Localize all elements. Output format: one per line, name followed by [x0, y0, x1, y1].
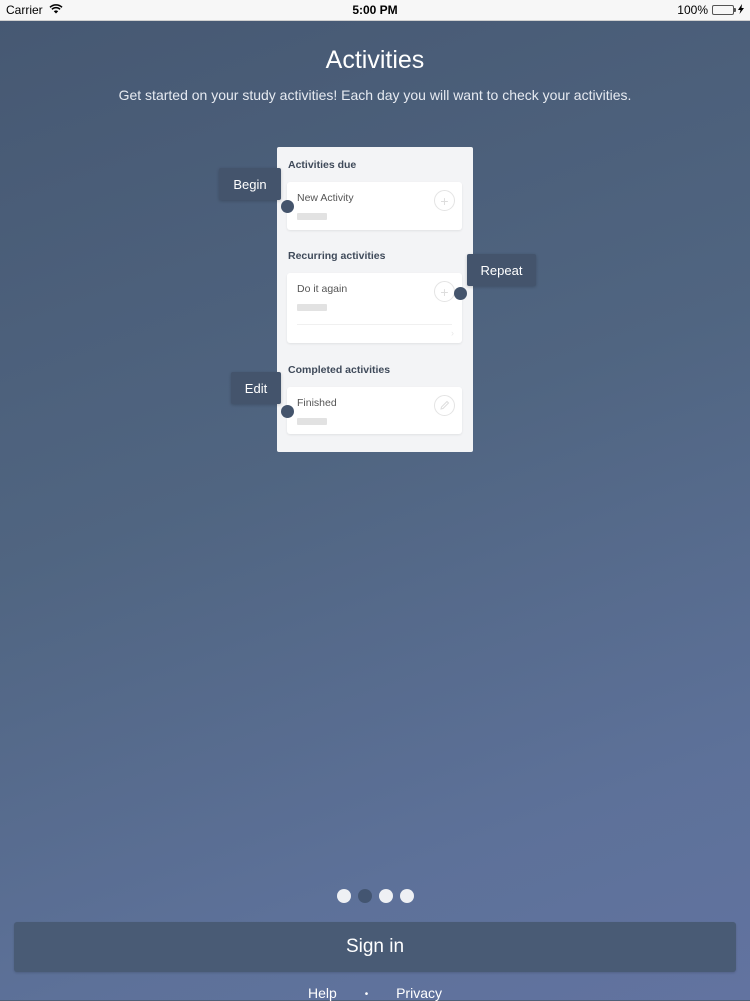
page-dot-2-active[interactable] [358, 889, 372, 903]
preview-item-name: Finished [297, 397, 337, 409]
status-time: 5:00 PM [352, 3, 398, 17]
privacy-link[interactable]: Privacy [396, 985, 442, 1001]
preview-item-new: New Activity + [287, 182, 462, 230]
section-label-due: Activities due [288, 159, 357, 171]
battery-percent: 100% [677, 3, 708, 17]
callout-repeat-dot [454, 287, 467, 300]
onboarding-screen: Carrier 5:00 PM 100% Activities Get star… [0, 0, 750, 1001]
divider [297, 324, 452, 325]
placeholder-bar [297, 418, 327, 425]
sign-in-button[interactable]: Sign in [14, 922, 736, 972]
preview-item-finished: Finished [287, 387, 462, 434]
battery-icon [712, 5, 736, 15]
placeholder-bar [297, 213, 327, 220]
page-title: Activities [325, 46, 425, 74]
activities-preview-card: Activities due New Activity + Recurring … [277, 147, 473, 452]
callout-repeat: Repeat [467, 254, 536, 286]
placeholder-bar [297, 304, 327, 311]
status-bar: Carrier 5:00 PM 100% [0, 0, 750, 21]
page-dot-4[interactable] [400, 889, 414, 903]
section-label-recurring: Recurring activities [288, 250, 386, 262]
add-icon: + [434, 281, 455, 302]
callout-edit: Edit [231, 372, 281, 404]
preview-item-recurring: Do it again + › [287, 273, 462, 343]
charging-icon [738, 3, 744, 17]
callout-begin-dot [281, 200, 294, 213]
page-indicator[interactable] [337, 889, 414, 903]
footer-links: Help • Privacy [0, 985, 750, 1001]
page-dot-3[interactable] [379, 889, 393, 903]
preview-item-name: New Activity [297, 192, 354, 204]
section-label-completed: Completed activities [288, 364, 391, 376]
page-subtitle: Get started on your study activities! Ea… [118, 87, 632, 103]
callout-begin: Begin [219, 168, 281, 200]
edit-pencil-icon [434, 395, 455, 416]
preview-item-name: Do it again [297, 283, 348, 295]
add-icon: + [434, 190, 455, 211]
help-link[interactable]: Help [308, 985, 337, 1001]
footer-separator: • [364, 988, 369, 1000]
chevron-right-icon: › [451, 328, 454, 338]
callout-edit-dot [281, 405, 294, 418]
page-dot-1[interactable] [337, 889, 351, 903]
